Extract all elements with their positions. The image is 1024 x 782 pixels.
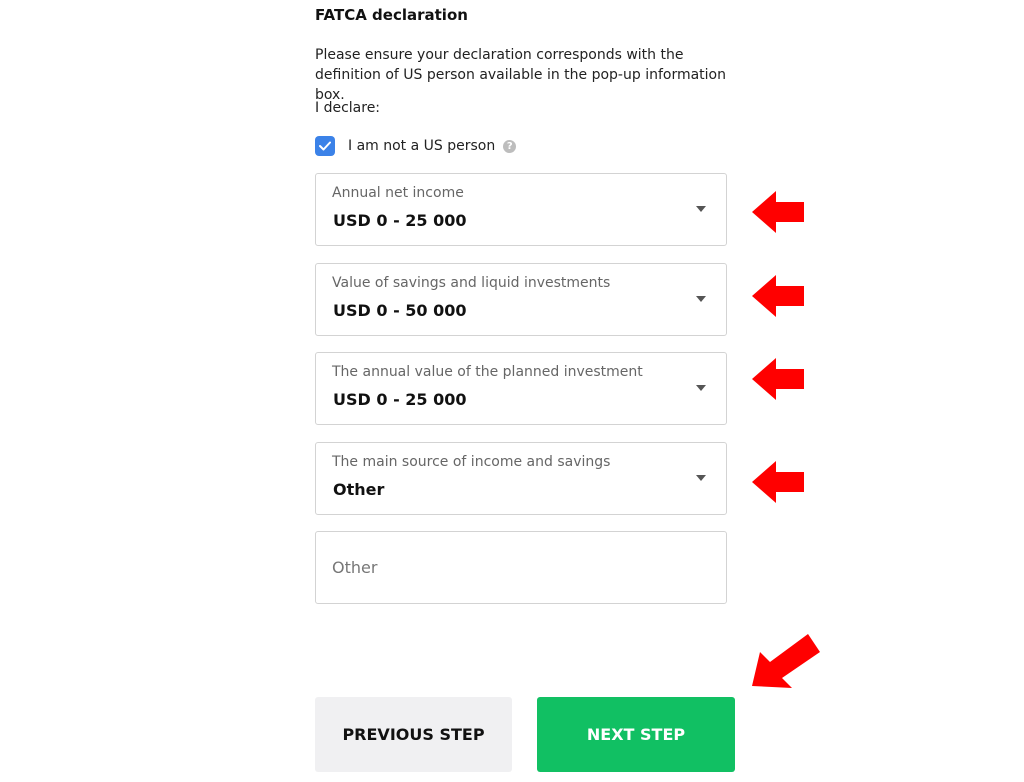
- check-icon: [319, 141, 331, 151]
- us-person-checkbox[interactable]: [315, 136, 335, 156]
- planned-investment-label: The annual value of the planned investme…: [332, 364, 643, 380]
- annual-income-label: Annual net income: [332, 185, 464, 201]
- chevron-down-icon: [696, 296, 706, 302]
- chevron-down-icon: [696, 206, 706, 212]
- previous-step-button[interactable]: PREVIOUS STEP: [315, 697, 512, 772]
- planned-investment-value: USD 0 - 25 000: [333, 390, 467, 409]
- section-description: Please ensure your declaration correspon…: [315, 47, 726, 103]
- income-source-label: The main source of income and savings: [332, 454, 611, 470]
- section-title: FATCA declaration: [315, 6, 468, 24]
- annual-income-value: USD 0 - 25 000: [333, 211, 467, 230]
- red-arrow-icon: [752, 461, 804, 503]
- income-source-value: Other: [333, 480, 385, 499]
- annual-income-select[interactable]: Annual net income USD 0 - 25 000: [315, 173, 727, 246]
- savings-label: Value of savings and liquid investments: [332, 275, 611, 291]
- other-source-field: [315, 531, 727, 604]
- fatca-form-page: FATCA declaration Please ensure your dec…: [0, 0, 1024, 782]
- us-person-checkbox-label[interactable]: I am not a US person: [348, 138, 495, 154]
- declare-label: I declare:: [315, 100, 381, 116]
- income-source-select[interactable]: The main source of income and savings Ot…: [315, 442, 727, 515]
- red-arrow-icon: [752, 191, 804, 233]
- question-icon[interactable]: ?: [503, 139, 517, 153]
- red-arrow-icon: [752, 275, 804, 317]
- savings-value: USD 0 - 50 000: [333, 301, 467, 320]
- savings-select[interactable]: Value of savings and liquid investments …: [315, 263, 727, 336]
- us-person-checkbox-row: I am not a US person ?: [315, 136, 517, 156]
- chevron-down-icon: [696, 475, 706, 481]
- next-step-button[interactable]: NEXT STEP: [537, 697, 735, 772]
- other-source-input[interactable]: [316, 532, 726, 603]
- red-arrow-icon: [752, 358, 804, 400]
- red-arrow-icon: [752, 634, 820, 688]
- planned-investment-select[interactable]: The annual value of the planned investme…: [315, 352, 727, 425]
- chevron-down-icon: [696, 385, 706, 391]
